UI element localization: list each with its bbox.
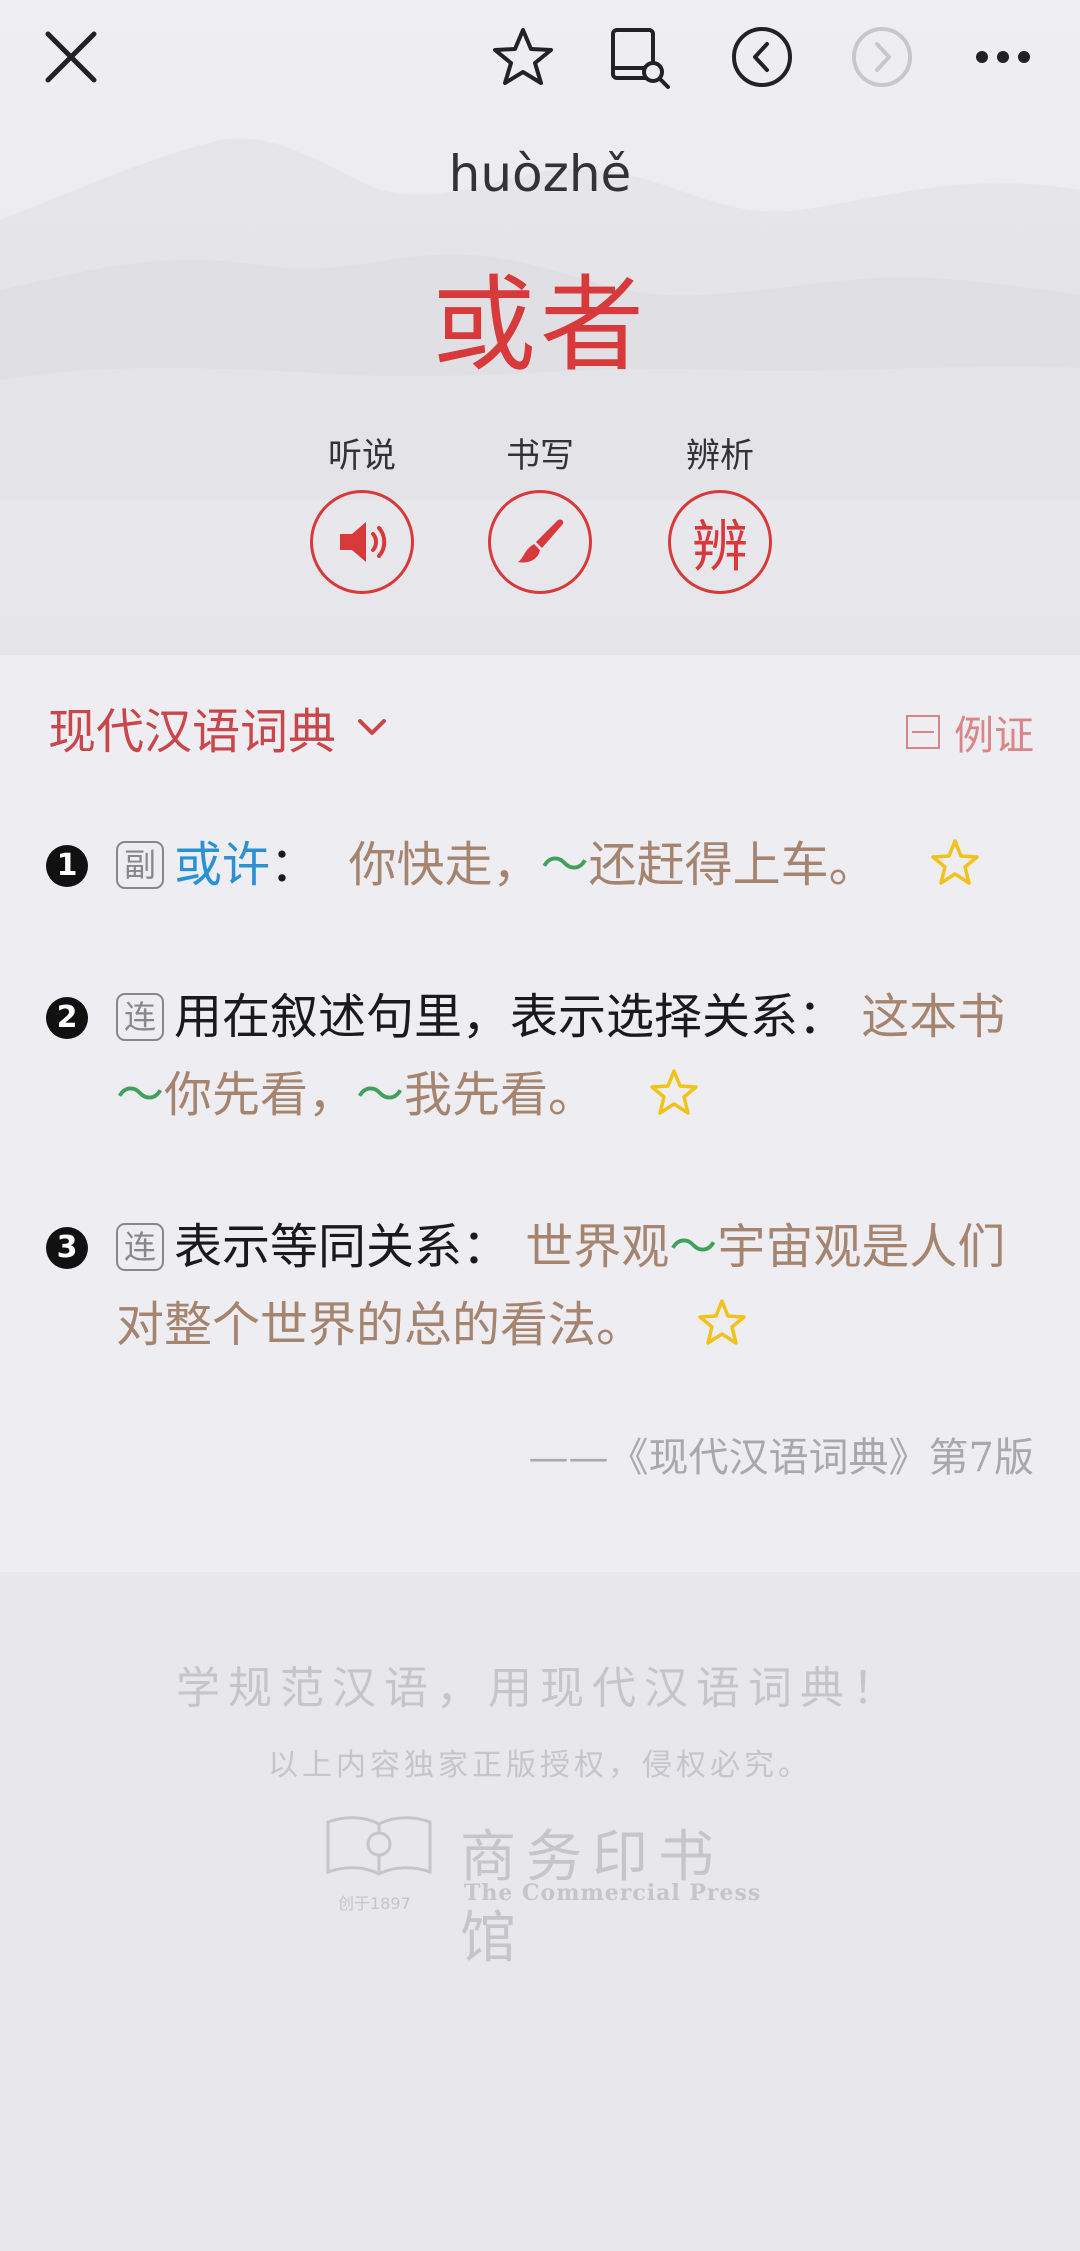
source-citation: ——《现代汉语词典》第7版 [528,1435,1034,1481]
compare-label: 辨析 [686,436,754,476]
favorite-star-icon[interactable] [488,22,558,92]
sense-3: 3 连表示等同关系： 世界观～宇宙观是人们对整个世界的总的看法。 [46,1208,1026,1364]
tilde: ～ [669,1219,718,1275]
sense-number: 3 [46,1227,88,1269]
close-icon[interactable] [36,22,106,92]
example-text: 还赶得上车。 [588,837,877,893]
writing-circle[interactable] [488,490,592,594]
compare-button[interactable]: 辨析 辨 [650,432,790,594]
chevron-down-icon [358,719,387,735]
example-text: 世界观 [525,1219,670,1275]
tilde: ～ [540,837,589,893]
separator: ： [270,837,319,893]
example-text: 这本书 [861,989,1006,1045]
publisher-name-en: The Commercial Press [464,1880,762,1906]
definition-panel: 现代汉语词典 例证 1 副或许： 你快走，～还赶得上车。 2 连用在叙述句里，表… [0,655,1080,1572]
book-logo-icon [326,1816,432,1876]
pinyin: huòzhě [448,145,632,203]
compare-circle[interactable]: 辨 [668,490,772,594]
definition-text: 用在叙述句里，表示选择关系： [174,989,847,1045]
writing-button[interactable]: 书写 [470,432,610,594]
listen-label: 听说 [328,436,396,476]
word-header: huòzhě 或者 听说 书写 辨析 辨 [0,0,1080,655]
copyright-notice: 以上内容独家正版授权，侵权必究。 [268,1748,812,1783]
tilde: ～ [116,1067,165,1123]
more-icon[interactable] [968,22,1038,92]
sense-2: 2 连用在叙述句里，表示选择关系： 这本书～你先看，～我先看。 [46,978,1026,1134]
tilde: ～ [356,1067,405,1123]
book-search-icon[interactable] [605,22,675,92]
sense-1: 1 副或许： 你快走，～还赶得上车。 [46,826,1026,904]
example-toggle-label: 例证 [954,713,1034,759]
compare-glyph-icon: 辨 [692,514,748,580]
speaker-icon [340,522,387,562]
example-text: 你先看， [164,1067,357,1123]
favorite-star-icon[interactable] [647,1066,701,1120]
next-icon[interactable] [847,22,917,92]
footer-slogan: 学规范汉语，用现代汉语词典！ [176,1663,904,1714]
pos-tag: 连 [116,992,164,1041]
brush-icon [518,519,564,563]
listen-circle[interactable] [310,490,414,594]
pos-tag: 连 [116,1222,164,1271]
sense-number: 1 [46,845,88,887]
pos-tag: 副 [116,840,164,889]
synonym-link[interactable]: 或许 [174,837,270,893]
definition-text: 表示等同关系： [174,1219,511,1275]
publisher-logo: 创于1897 商务印书馆 The Commercial Press [324,1812,764,1971]
writing-label: 书写 [506,436,574,476]
publisher-since: 创于1897 [338,1894,411,1913]
example-text: 我先看。 [404,1067,597,1123]
example-toggle[interactable]: 例证 [906,703,1034,761]
favorite-star-icon[interactable] [928,836,982,890]
listen-button[interactable]: 听说 [292,432,432,594]
dictionary-title: 现代汉语词典 [48,704,337,760]
favorite-star-icon[interactable] [695,1296,749,1350]
previous-icon[interactable] [727,22,797,92]
footer: 学规范汉语，用现代汉语词典！ 以上内容独家正版授权，侵权必究。 创于1897 商… [0,1572,1080,2251]
example-text: 你快走， [348,837,541,893]
sense-number: 2 [46,997,88,1039]
dictionary-selector[interactable]: 现代汉语词典 [48,692,392,762]
headword: 或者 [431,264,648,386]
collapse-box-icon [906,715,940,749]
